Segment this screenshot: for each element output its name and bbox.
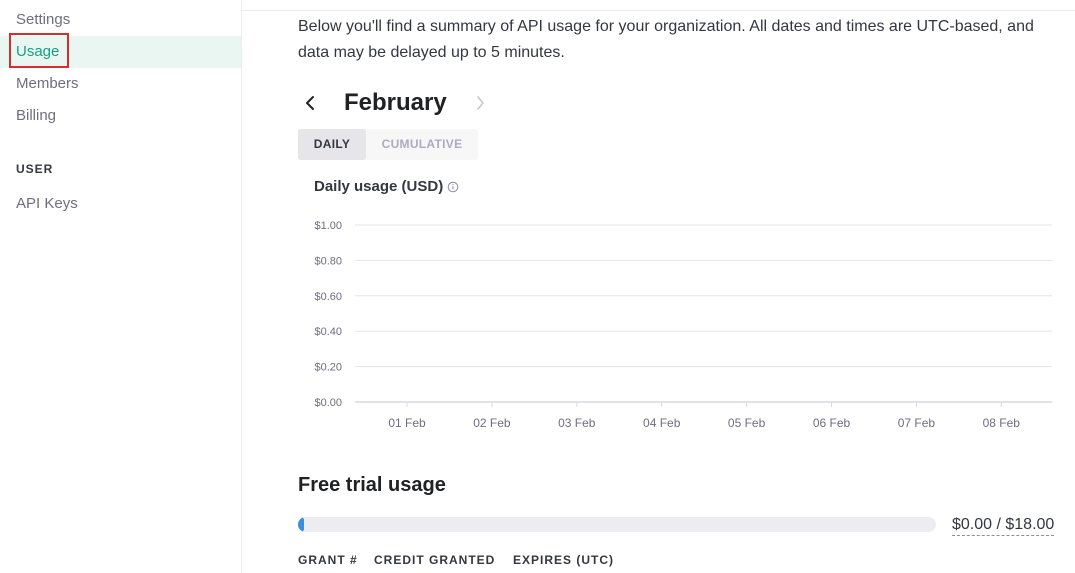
y-tick-label: $0.80 xyxy=(314,255,342,267)
intro-text: Below you'll find a summary of API usage… xyxy=(298,18,1034,61)
free-trial-progress-fill xyxy=(298,517,305,532)
tab-cumulative[interactable]: CUMULATIVE xyxy=(366,129,478,160)
x-tick-label: 02 Feb xyxy=(473,416,511,430)
x-tick-label: 04 Feb xyxy=(643,416,681,430)
x-tick-label: 01 Feb xyxy=(388,416,426,430)
tab-daily[interactable]: DAILY xyxy=(298,129,366,160)
x-tick-label: 08 Feb xyxy=(983,416,1021,430)
daily-usage-chart: $0.00 $0.20 $0.40 $0.60 $0.80 $1.00 01 Feb 02 F… xyxy=(314,220,1052,430)
chevron-right-icon xyxy=(477,96,484,110)
y-tick-label: $1.00 xyxy=(314,220,342,232)
chevron-left-icon xyxy=(306,96,314,110)
sidebar-item-api-keys[interactable]: API Keys xyxy=(0,188,241,220)
sidebar-item-settings[interactable]: Settings xyxy=(0,4,241,36)
sidebar: Settings Usage Members Billing USER API … xyxy=(0,0,242,573)
column-header-expires: EXPIRES (UTC) xyxy=(513,553,615,567)
y-tick-label: $0.00 xyxy=(314,397,342,409)
main-content: Below you'll find a summary of API usage… xyxy=(242,0,1075,573)
sidebar-item-usage[interactable]: Usage xyxy=(0,36,241,68)
chart-title: Daily usage (USD) xyxy=(314,178,444,195)
column-header-grant: GRANT # xyxy=(298,553,358,567)
usage-view-tabs: DAILY CUMULATIVE xyxy=(298,129,478,160)
sidebar-item-members[interactable]: Members xyxy=(0,68,241,100)
y-tick-label: $0.60 xyxy=(314,291,342,303)
x-tick-label: 03 Feb xyxy=(558,416,596,430)
free-trial-progress-bar xyxy=(298,517,936,532)
x-tick-label: 05 Feb xyxy=(728,416,766,430)
sidebar-item-billing[interactable]: Billing xyxy=(0,100,241,132)
info-icon[interactable] xyxy=(447,181,459,193)
y-tick-label: $0.20 xyxy=(314,362,342,374)
x-tick-label: 06 Feb xyxy=(813,416,851,430)
month-title: February xyxy=(344,89,447,116)
previous-month-button[interactable] xyxy=(298,86,322,120)
free-trial-amount: $0.00 / $18.00 xyxy=(952,516,1055,536)
sidebar-heading-user: USER xyxy=(16,162,54,176)
y-tick-label: $0.40 xyxy=(314,326,342,338)
x-tick-label: 07 Feb xyxy=(898,416,936,430)
next-month-button[interactable] xyxy=(468,86,492,120)
column-header-credit-granted: CREDIT GRANTED xyxy=(374,553,496,567)
free-trial-title: Free trial usage xyxy=(298,474,446,496)
